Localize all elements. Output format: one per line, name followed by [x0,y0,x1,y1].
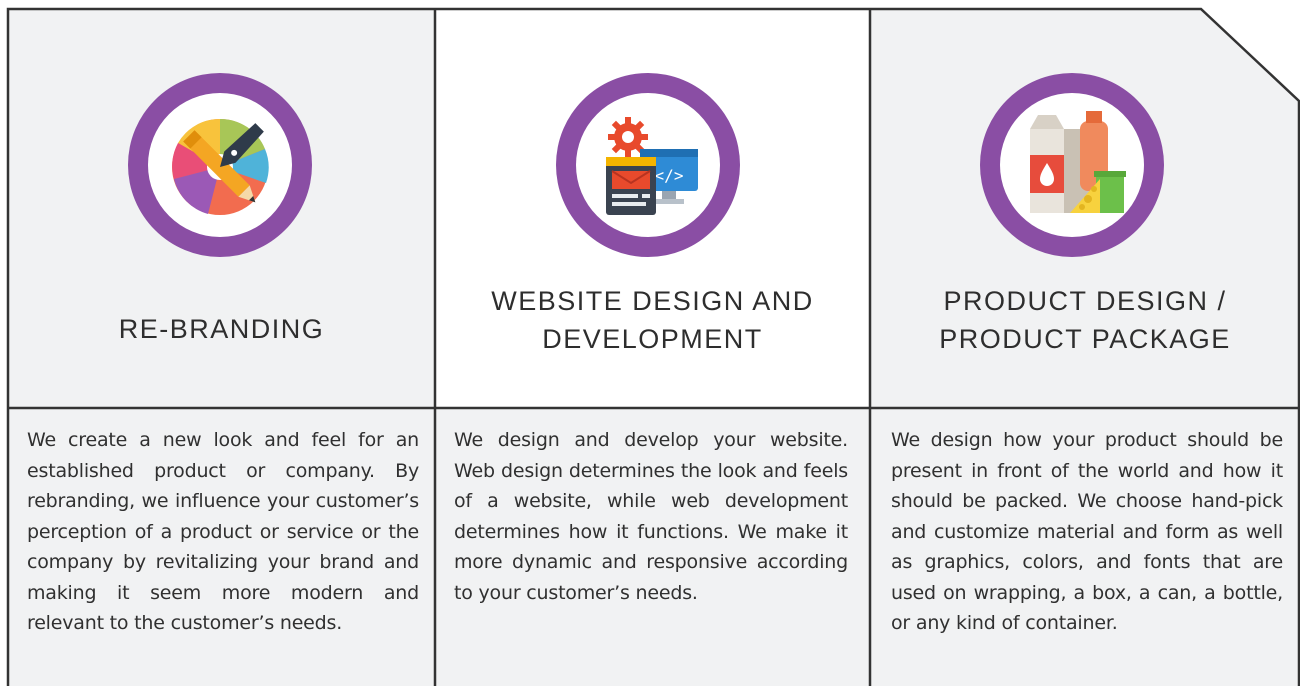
corner-cutout [1201,0,1300,100]
card-borders [6,7,1300,686]
services-section: RE-BRANDING We create a new look and fee… [0,0,1300,686]
